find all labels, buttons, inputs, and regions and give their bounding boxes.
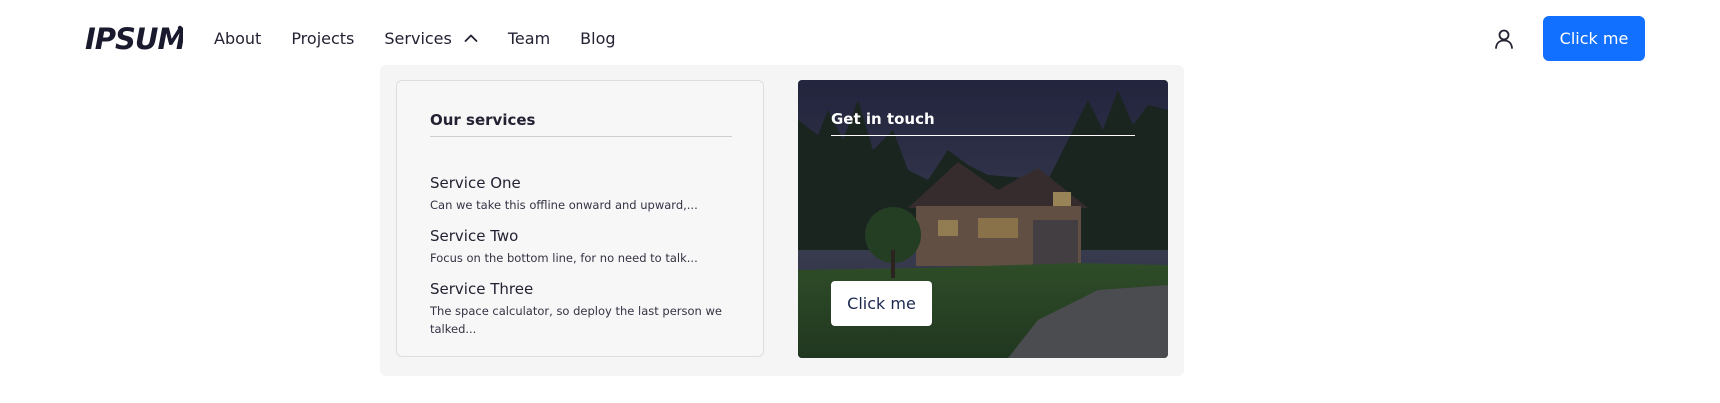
- service-title: Service Two: [430, 227, 519, 245]
- chevron-up-icon: [464, 34, 478, 42]
- get-in-touch-button[interactable]: Click me: [831, 281, 932, 326]
- divider: [831, 135, 1135, 136]
- nav-item-team[interactable]: Team: [508, 29, 550, 48]
- nav-item-label: Projects: [291, 28, 355, 48]
- nav-item-label: Blog: [580, 28, 616, 48]
- nav-item-about[interactable]: About: [214, 29, 261, 48]
- service-title: Service One: [430, 174, 521, 192]
- nav-item-label: Team: [507, 28, 551, 48]
- service-item-three[interactable]: Service Three The space calculator, so d…: [430, 279, 732, 338]
- get-in-touch-card: Get in touch Click me: [798, 80, 1168, 358]
- nav-item-label: Services: [384, 28, 452, 48]
- svg-text:IPSUM: IPSUM: [85, 24, 183, 52]
- services-heading: Our services: [430, 111, 536, 129]
- ipsum-logo[interactable]: IPSUM: [85, 24, 183, 52]
- service-description: The space calculator, so deploy the last…: [430, 304, 722, 336]
- divider: [430, 136, 732, 137]
- nav-item-services[interactable]: Services: [384, 28, 478, 48]
- nav-item-blog[interactable]: Blog: [580, 29, 615, 48]
- nav-item-projects[interactable]: Projects: [291, 29, 354, 48]
- service-item-two[interactable]: Service Two Focus on the bottom line, fo…: [430, 226, 732, 267]
- get-in-touch-heading: Get in touch: [831, 110, 935, 128]
- service-item-one[interactable]: Service One Can we take this offline onw…: [430, 173, 732, 214]
- service-description: Can we take this offline onward and upwa…: [430, 198, 698, 212]
- cta-button[interactable]: Click me: [1543, 16, 1645, 61]
- services-dropdown: Our services Service One Can we take thi…: [380, 65, 1184, 376]
- get-in-touch-button-label: Click me: [847, 294, 916, 313]
- services-card: Our services Service One Can we take thi…: [396, 80, 764, 357]
- user-icon[interactable]: [1492, 27, 1516, 51]
- service-title: Service Three: [430, 280, 534, 298]
- service-description: Focus on the bottom line, for no need to…: [430, 251, 698, 265]
- cta-button-label: Click me: [1559, 29, 1629, 48]
- nav-item-label: About: [214, 28, 262, 48]
- nav-links: About Projects Services Team Blog: [214, 26, 646, 50]
